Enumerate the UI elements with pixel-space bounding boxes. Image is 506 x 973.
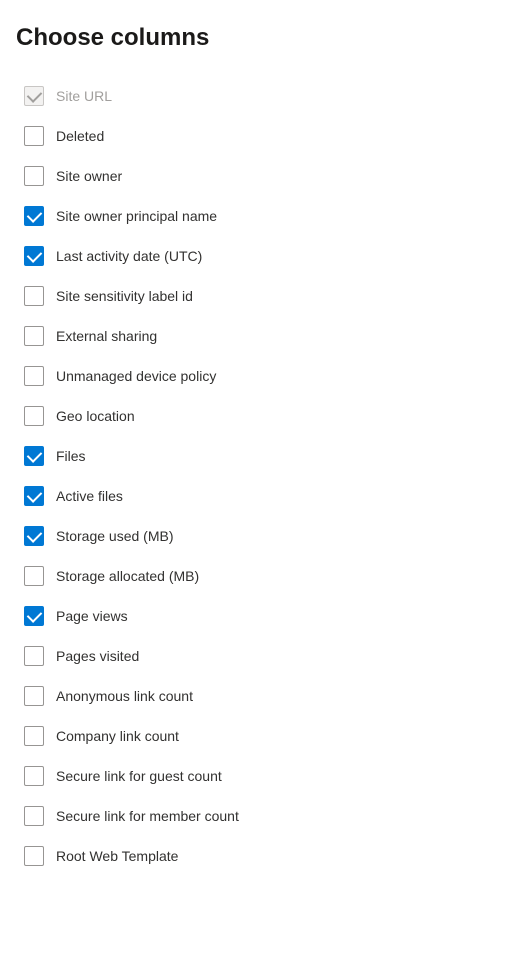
checkbox-site-owner[interactable] bbox=[24, 166, 44, 186]
label-storage-used: Storage used (MB) bbox=[56, 528, 174, 544]
checkbox-active-files[interactable] bbox=[24, 486, 44, 506]
label-active-files: Active files bbox=[56, 488, 123, 504]
label-unmanaged-device-policy: Unmanaged device policy bbox=[56, 368, 216, 384]
checkbox-secure-link-member-count[interactable] bbox=[24, 806, 44, 826]
column-item-geo-location[interactable]: Geo location bbox=[16, 396, 490, 436]
label-site-owner: Site owner bbox=[56, 168, 122, 184]
label-geo-location: Geo location bbox=[56, 408, 135, 424]
column-item-pages-visited[interactable]: Pages visited bbox=[16, 636, 490, 676]
label-site-sensitivity-label-id: Site sensitivity label id bbox=[56, 288, 193, 304]
checkbox-unmanaged-device-policy[interactable] bbox=[24, 366, 44, 386]
column-item-external-sharing[interactable]: External sharing bbox=[16, 316, 490, 356]
column-item-files[interactable]: Files bbox=[16, 436, 490, 476]
checkbox-page-views[interactable] bbox=[24, 606, 44, 626]
column-item-company-link-count[interactable]: Company link count bbox=[16, 716, 490, 756]
label-deleted: Deleted bbox=[56, 128, 104, 144]
label-anonymous-link-count: Anonymous link count bbox=[56, 688, 193, 704]
page-title: Choose columns bbox=[16, 24, 490, 52]
checkbox-site-sensitivity-label-id[interactable] bbox=[24, 286, 44, 306]
label-site-owner-principal-name: Site owner principal name bbox=[56, 208, 217, 224]
column-item-unmanaged-device-policy[interactable]: Unmanaged device policy bbox=[16, 356, 490, 396]
column-item-deleted[interactable]: Deleted bbox=[16, 116, 490, 156]
column-item-site-owner-principal-name[interactable]: Site owner principal name bbox=[16, 196, 490, 236]
column-item-site-owner[interactable]: Site owner bbox=[16, 156, 490, 196]
label-root-web-template: Root Web Template bbox=[56, 848, 178, 864]
checkbox-site-url[interactable] bbox=[24, 86, 44, 106]
label-company-link-count: Company link count bbox=[56, 728, 179, 744]
checkbox-storage-allocated[interactable] bbox=[24, 566, 44, 586]
checkbox-last-activity-date[interactable] bbox=[24, 246, 44, 266]
label-secure-link-member-count: Secure link for member count bbox=[56, 808, 239, 824]
column-item-anonymous-link-count[interactable]: Anonymous link count bbox=[16, 676, 490, 716]
label-pages-visited: Pages visited bbox=[56, 648, 139, 664]
label-files: Files bbox=[56, 448, 86, 464]
column-list: Site URL Deleted Site owner Site owner prin… bbox=[16, 76, 490, 876]
column-item-secure-link-member-count[interactable]: Secure link for member count bbox=[16, 796, 490, 836]
column-item-site-url[interactable]: Site URL bbox=[16, 76, 490, 116]
column-item-page-views[interactable]: Page views bbox=[16, 596, 490, 636]
column-item-last-activity-date[interactable]: Last activity date (UTC) bbox=[16, 236, 490, 276]
checkbox-external-sharing[interactable] bbox=[24, 326, 44, 346]
column-item-storage-allocated[interactable]: Storage allocated (MB) bbox=[16, 556, 490, 596]
checkbox-site-owner-principal-name[interactable] bbox=[24, 206, 44, 226]
column-item-storage-used[interactable]: Storage used (MB) bbox=[16, 516, 490, 556]
label-site-url: Site URL bbox=[56, 88, 112, 104]
checkbox-files[interactable] bbox=[24, 446, 44, 466]
label-secure-link-guest-count: Secure link for guest count bbox=[56, 768, 222, 784]
column-item-secure-link-guest-count[interactable]: Secure link for guest count bbox=[16, 756, 490, 796]
label-page-views: Page views bbox=[56, 608, 128, 624]
checkbox-deleted[interactable] bbox=[24, 126, 44, 146]
checkbox-anonymous-link-count[interactable] bbox=[24, 686, 44, 706]
checkbox-secure-link-guest-count[interactable] bbox=[24, 766, 44, 786]
label-storage-allocated: Storage allocated (MB) bbox=[56, 568, 199, 584]
checkbox-geo-location[interactable] bbox=[24, 406, 44, 426]
column-item-site-sensitivity-label-id[interactable]: Site sensitivity label id bbox=[16, 276, 490, 316]
checkbox-root-web-template[interactable] bbox=[24, 846, 44, 866]
checkbox-pages-visited[interactable] bbox=[24, 646, 44, 666]
label-last-activity-date: Last activity date (UTC) bbox=[56, 248, 202, 264]
checkbox-company-link-count[interactable] bbox=[24, 726, 44, 746]
checkbox-storage-used[interactable] bbox=[24, 526, 44, 546]
label-external-sharing: External sharing bbox=[56, 328, 157, 344]
column-item-active-files[interactable]: Active files bbox=[16, 476, 490, 516]
column-item-root-web-template[interactable]: Root Web Template bbox=[16, 836, 490, 876]
